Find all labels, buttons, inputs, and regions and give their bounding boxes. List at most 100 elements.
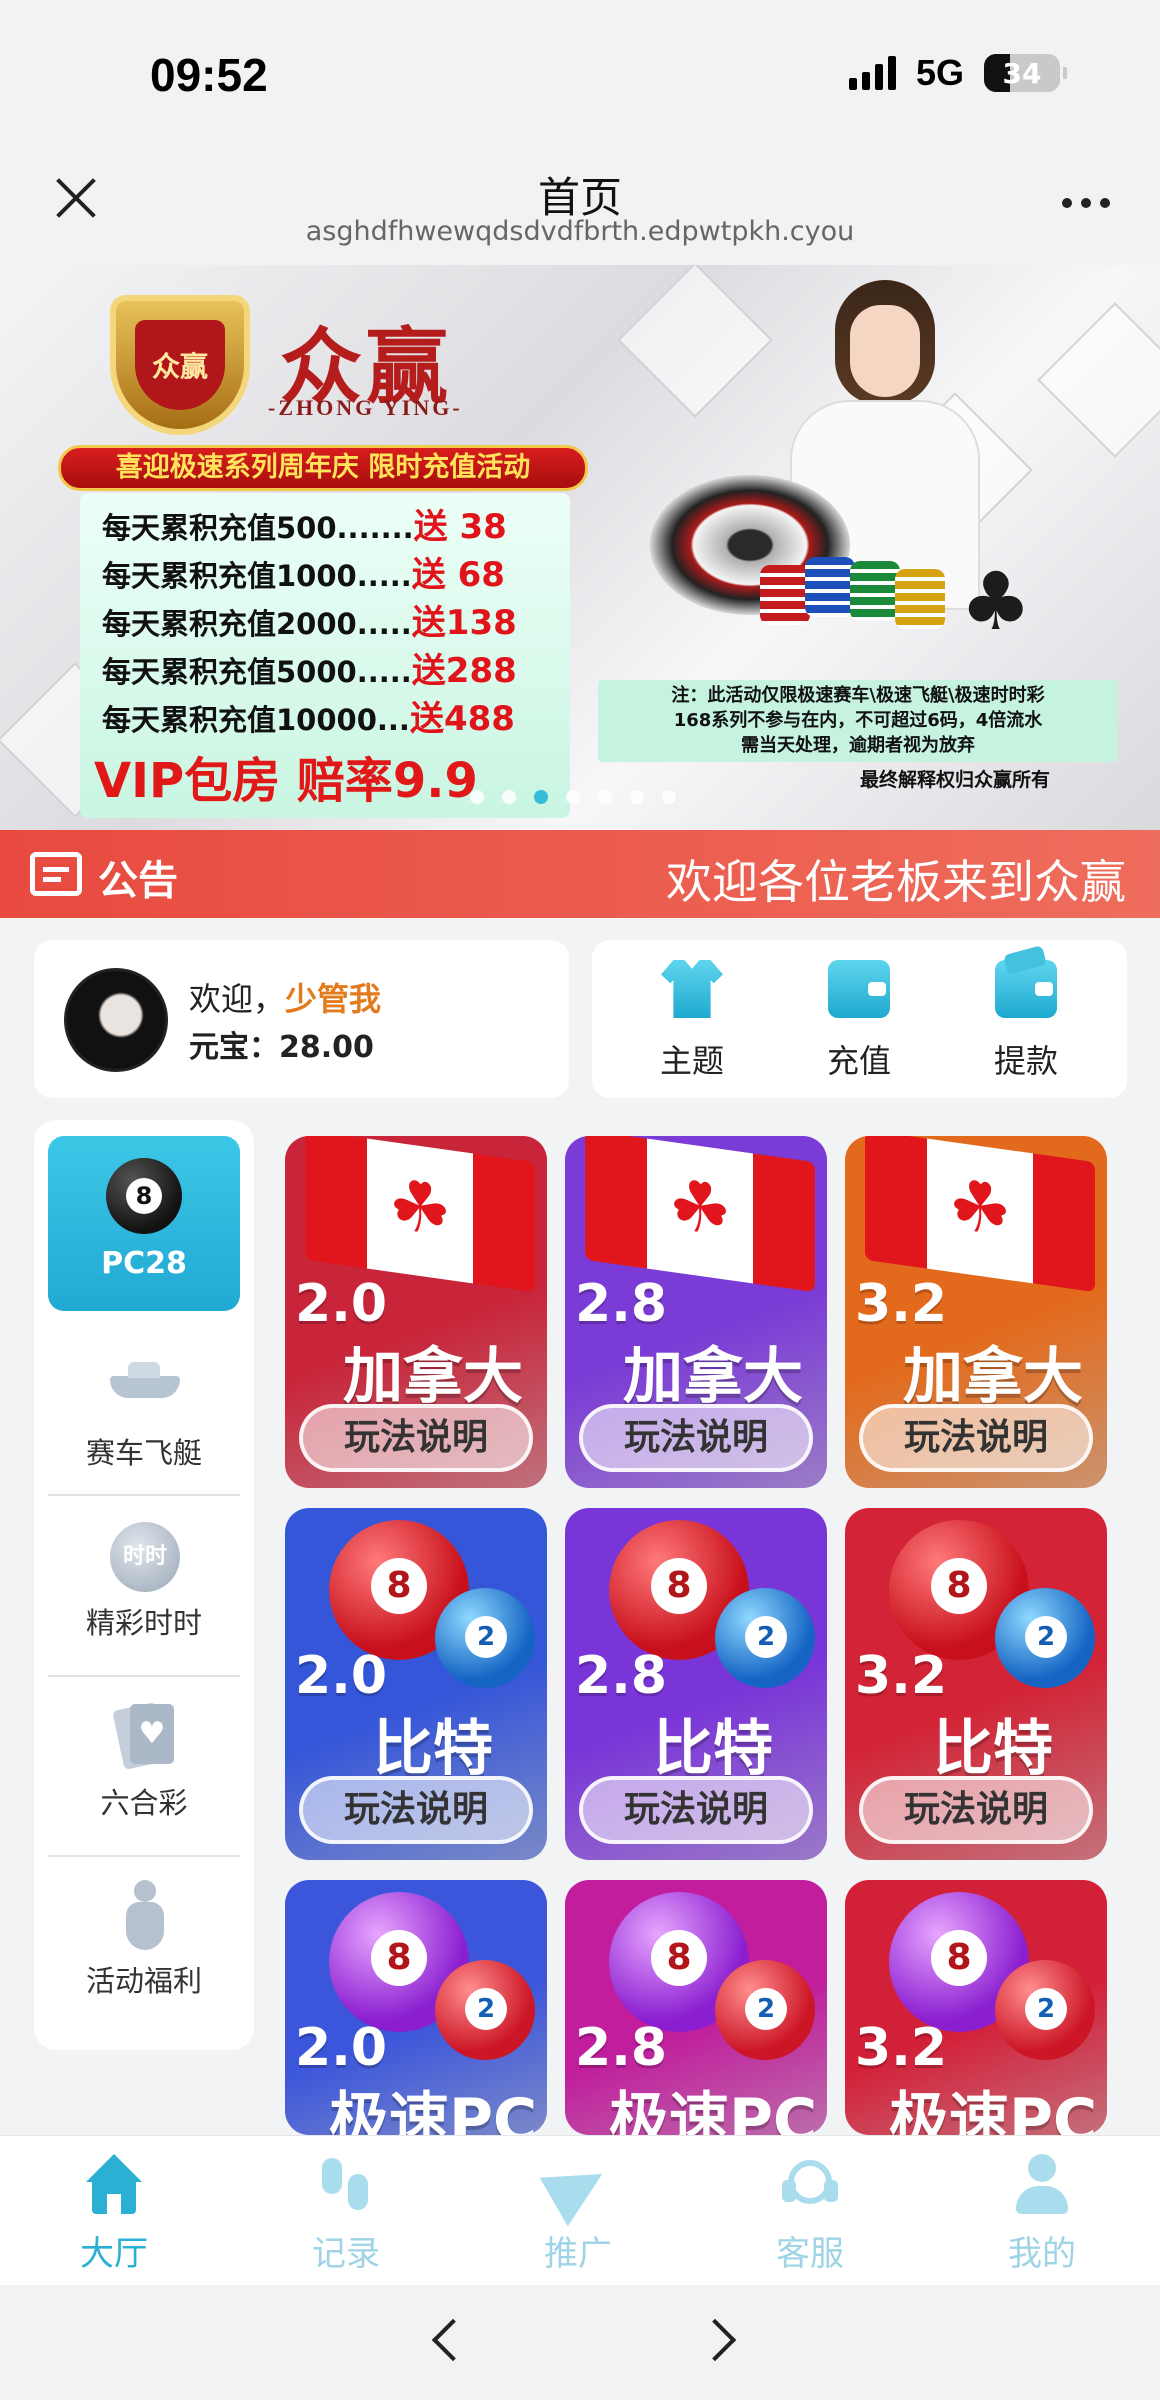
promo-list: 每天累积充值500.......送 38 每天累积充值1000.....送 68… bbox=[80, 493, 570, 818]
welcome-text: 欢迎，少管我 bbox=[189, 980, 382, 1018]
game-tile-bitcoin-2.0[interactable]: 8 2 2.0 比特 玩法说明 bbox=[285, 1508, 547, 1860]
speedboat-icon bbox=[104, 1352, 184, 1422]
game-odds: 3.2 bbox=[855, 2018, 948, 2078]
headset-icon bbox=[778, 2154, 842, 2216]
playing-cards-icon: ♥ bbox=[104, 1702, 184, 1772]
rules-button[interactable]: 玩法说明 bbox=[299, 1404, 533, 1472]
sidebar-item-welfare[interactable]: 活动福利 bbox=[48, 1880, 240, 2000]
game-odds: 2.0 bbox=[295, 1274, 388, 1334]
nav-promote[interactable]: 推广 bbox=[498, 2149, 658, 2275]
signal-icon bbox=[848, 56, 896, 90]
balance-text: 元宝：28.00 bbox=[189, 1030, 374, 1065]
disclaimer-text: 最终解释权归众赢所有 bbox=[860, 769, 1051, 791]
game-name: 极速PC bbox=[328, 2086, 537, 2135]
game-odds: 2.8 bbox=[575, 2018, 668, 2078]
carousel-dot[interactable] bbox=[630, 790, 644, 804]
battery-icon: 34 bbox=[984, 54, 1067, 92]
game-odds: 3.2 bbox=[855, 1274, 948, 1334]
game-tile-bitcoin-2.8[interactable]: 8 2 2.8 比特 玩法说明 bbox=[565, 1508, 827, 1860]
category-sidebar: 8 PC28 赛车飞艇 时时 精彩时时 ♥ 六合彩 活动福利 bbox=[34, 1120, 254, 2050]
bottom-navigation: 大厅 记录 推广 客服 我的 bbox=[0, 2135, 1160, 2285]
tshirt-icon bbox=[661, 960, 723, 1018]
nav-mine[interactable]: 我的 bbox=[962, 2154, 1122, 2275]
rules-button[interactable]: 玩法说明 bbox=[579, 1404, 813, 1472]
game-tile-fast-pc-3.2[interactable]: 8 2 3.2 极速PC bbox=[845, 1880, 1107, 2135]
promo-row: 每天累积充值10000...送488 bbox=[102, 699, 515, 739]
carousel-dot[interactable] bbox=[566, 790, 580, 804]
vip-odds-text: VIP包房 赔率9.9 bbox=[94, 753, 478, 809]
network-type: 5G bbox=[915, 52, 964, 93]
promo-ribbon: 喜迎极速系列周年庆 限时充值活动 bbox=[58, 445, 588, 491]
brand-logo-icon: 众赢 bbox=[110, 295, 250, 435]
paper-plane-icon bbox=[539, 2149, 617, 2227]
rules-button[interactable]: 玩法说明 bbox=[299, 1776, 533, 1844]
brand-english: -ZHONG YING- bbox=[268, 395, 463, 420]
canada-flag-icon bbox=[585, 1136, 815, 1293]
more-options-icon[interactable] bbox=[1062, 198, 1110, 208]
announcement-bar[interactable]: 公告 欢迎各位老板来到众赢 bbox=[0, 830, 1160, 918]
game-tile-bitcoin-3.2[interactable]: 8 2 3.2 比特 玩法说明 bbox=[845, 1508, 1107, 1860]
balance-value: 28.00 bbox=[279, 1030, 374, 1065]
game-odds: 2.0 bbox=[295, 2018, 388, 2078]
nav-lobby[interactable]: 大厅 bbox=[34, 2154, 194, 2275]
game-odds: 3.2 bbox=[855, 1646, 948, 1706]
game-tile-canada-3.2[interactable]: 3.2 加拿大玩法说明 bbox=[845, 1136, 1107, 1488]
carousel-dot[interactable] bbox=[662, 790, 676, 804]
game-tile-canada-2.0[interactable]: 2.0 加拿大玩法说明 bbox=[285, 1136, 547, 1488]
withdraw-wallet-icon bbox=[995, 960, 1057, 1018]
announcement-label: 公告 bbox=[98, 858, 178, 904]
game-name: 加拿大 bbox=[623, 1342, 803, 1412]
game-name: 比特 bbox=[653, 1714, 773, 1784]
game-tile-fast-pc-2.0[interactable]: 8 2 2.0 极速PC bbox=[285, 1880, 547, 2135]
carousel-dot[interactable] bbox=[470, 790, 484, 804]
status-bar: 09:52 5G 34 bbox=[0, 0, 1160, 150]
carousel-indicator[interactable] bbox=[470, 790, 676, 804]
game-name: 加拿大 bbox=[903, 1342, 1083, 1412]
game-tile-fast-pc-2.8[interactable]: 8 2 2.8 极速PC bbox=[565, 1880, 827, 2135]
quick-actions-card: 主题 充值 提款 bbox=[592, 940, 1127, 1098]
carousel-dot[interactable] bbox=[502, 790, 516, 804]
avatar[interactable] bbox=[64, 968, 168, 1072]
status-time: 09:52 bbox=[150, 49, 268, 101]
time-ball-icon: 时时 bbox=[104, 1522, 184, 1592]
carousel-dot[interactable] bbox=[534, 790, 548, 804]
game-name: 比特 bbox=[373, 1714, 493, 1784]
promo-notice: 注：此活动仅限极速赛车\极速飞艇\极速时时彩 168系列不参与在内，不可超过6码… bbox=[598, 680, 1118, 762]
battery-level: 34 bbox=[1002, 56, 1042, 90]
sidebar-item-marksix[interactable]: ♥ 六合彩 bbox=[48, 1702, 240, 1822]
back-chevron-icon[interactable] bbox=[431, 2318, 475, 2362]
promo-banner[interactable]: 众赢 众赢 -ZHONG YING- 喜迎极速系列周年庆 限时充值活动 每天累积… bbox=[0, 265, 1160, 830]
forward-chevron-icon[interactable] bbox=[693, 2318, 737, 2362]
rules-button[interactable]: 玩法说明 bbox=[859, 1404, 1093, 1472]
username: 少管我 bbox=[285, 980, 382, 1018]
user-icon bbox=[1010, 2154, 1074, 2216]
game-odds: 2.8 bbox=[575, 1646, 668, 1706]
logo-text: 众赢 bbox=[135, 320, 225, 410]
theme-button[interactable]: 主题 bbox=[622, 960, 762, 1082]
status-icons: 5G 34 bbox=[848, 52, 1067, 94]
game-tile-canada-2.8[interactable]: 2.8 加拿大玩法说明 bbox=[565, 1136, 827, 1488]
rules-button[interactable]: 玩法说明 bbox=[859, 1776, 1093, 1844]
sidebar-item-shishi[interactable]: 时时 精彩时时 bbox=[48, 1522, 240, 1642]
billiard-8-ball-icon: 8 bbox=[106, 1158, 182, 1234]
dancer-figure-icon bbox=[104, 1880, 184, 1950]
nav-records[interactable]: 记录 bbox=[266, 2154, 426, 2275]
home-icon bbox=[82, 2154, 146, 2216]
canada-flag-icon bbox=[865, 1136, 1095, 1293]
sidebar-item-racing[interactable]: 赛车飞艇 bbox=[48, 1352, 240, 1472]
game-odds: 2.8 bbox=[575, 1274, 668, 1334]
game-odds: 2.0 bbox=[295, 1646, 388, 1706]
promo-row: 每天累积充值2000.....送138 bbox=[102, 603, 517, 643]
game-name: 比特 bbox=[933, 1714, 1053, 1784]
nav-service[interactable]: 客服 bbox=[730, 2154, 890, 2275]
carousel-dot[interactable] bbox=[598, 790, 612, 804]
browser-nav-bar bbox=[0, 2285, 1160, 2400]
announcement-text: 欢迎各位老板来到众赢 bbox=[666, 855, 1126, 909]
promo-row: 每天累积充值1000.....送 68 bbox=[102, 555, 505, 595]
rules-button[interactable]: 玩法说明 bbox=[579, 1776, 813, 1844]
page-url: asghdfhwewqdsdvdfbrth.edpwtpkh.cyou bbox=[305, 216, 855, 247]
recharge-button[interactable]: 充值 bbox=[789, 960, 929, 1082]
withdraw-button[interactable]: 提款 bbox=[956, 960, 1096, 1082]
sidebar-item-pc28[interactable]: 8 PC28 bbox=[48, 1136, 240, 1311]
announcement-icon bbox=[30, 852, 82, 896]
